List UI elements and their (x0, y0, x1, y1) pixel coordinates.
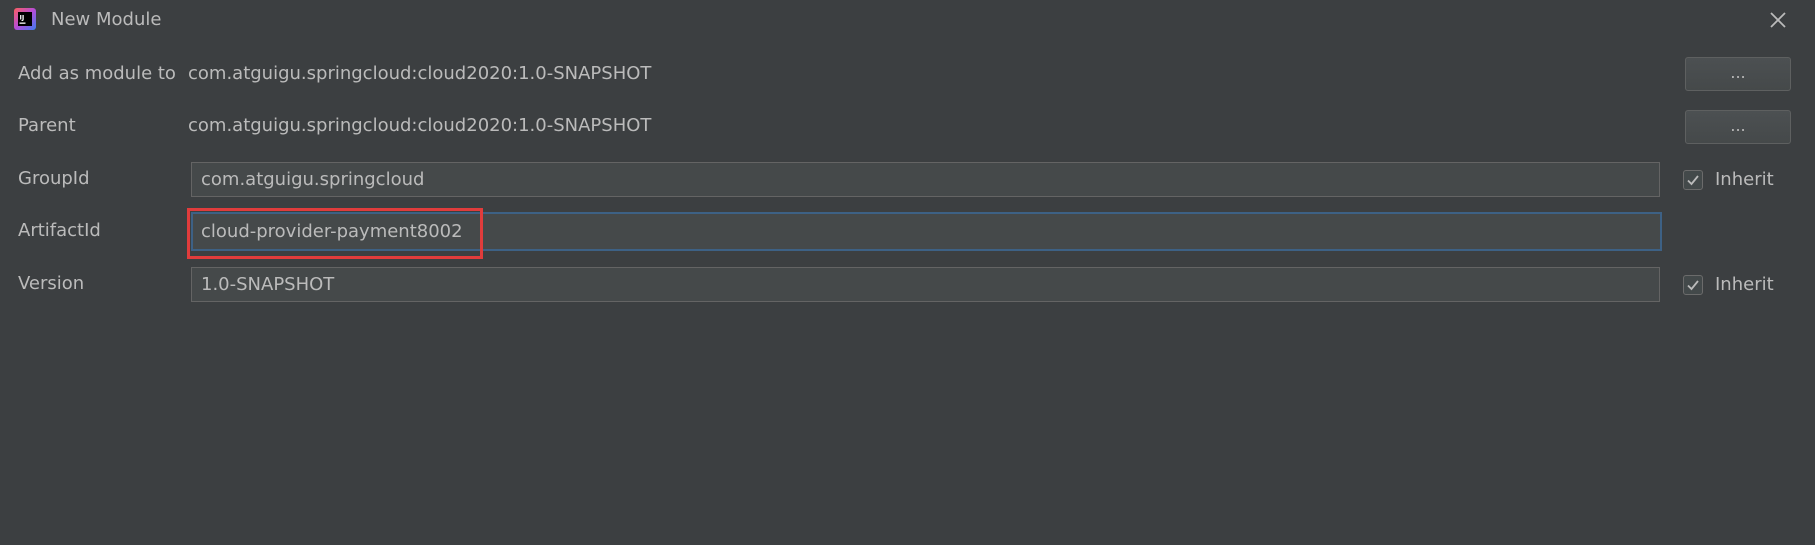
add-as-module-to-browse-button[interactable]: ... (1685, 57, 1791, 91)
checkmark-icon (1687, 175, 1699, 186)
group-id-label: GroupId (18, 168, 90, 189)
new-module-dialog: IJ New Module Add as module to com.atgui… (0, 0, 1815, 545)
artifact-id-input[interactable] (191, 212, 1662, 251)
add-as-module-to-label: Add as module to (18, 63, 176, 84)
dialog-title: New Module (51, 9, 162, 30)
group-id-inherit-label: Inherit (1715, 169, 1774, 190)
parent-label: Parent (18, 115, 76, 136)
parent-value: com.atguigu.springcloud:cloud2020:1.0-SN… (188, 115, 652, 136)
checkbox-box[interactable] (1683, 275, 1703, 295)
add-as-module-to-value: com.atguigu.springcloud:cloud2020:1.0-SN… (188, 63, 652, 84)
artifact-id-label: ArtifactId (18, 220, 101, 241)
version-inherit-label: Inherit (1715, 274, 1774, 295)
group-id-inherit-checkbox[interactable]: Inherit (1683, 168, 1774, 192)
svg-text:IJ: IJ (20, 14, 25, 22)
version-label: Version (18, 273, 85, 294)
group-id-input[interactable] (191, 162, 1660, 197)
checkbox-box[interactable] (1683, 170, 1703, 190)
title-bar: IJ New Module (0, 0, 1815, 40)
close-button[interactable] (1764, 8, 1792, 32)
version-inherit-checkbox[interactable]: Inherit (1683, 273, 1774, 297)
checkmark-icon (1687, 280, 1699, 291)
version-input[interactable] (191, 267, 1660, 302)
close-icon (1770, 12, 1786, 28)
parent-browse-button[interactable]: ... (1685, 110, 1791, 144)
intellij-idea-icon: IJ (14, 8, 36, 30)
